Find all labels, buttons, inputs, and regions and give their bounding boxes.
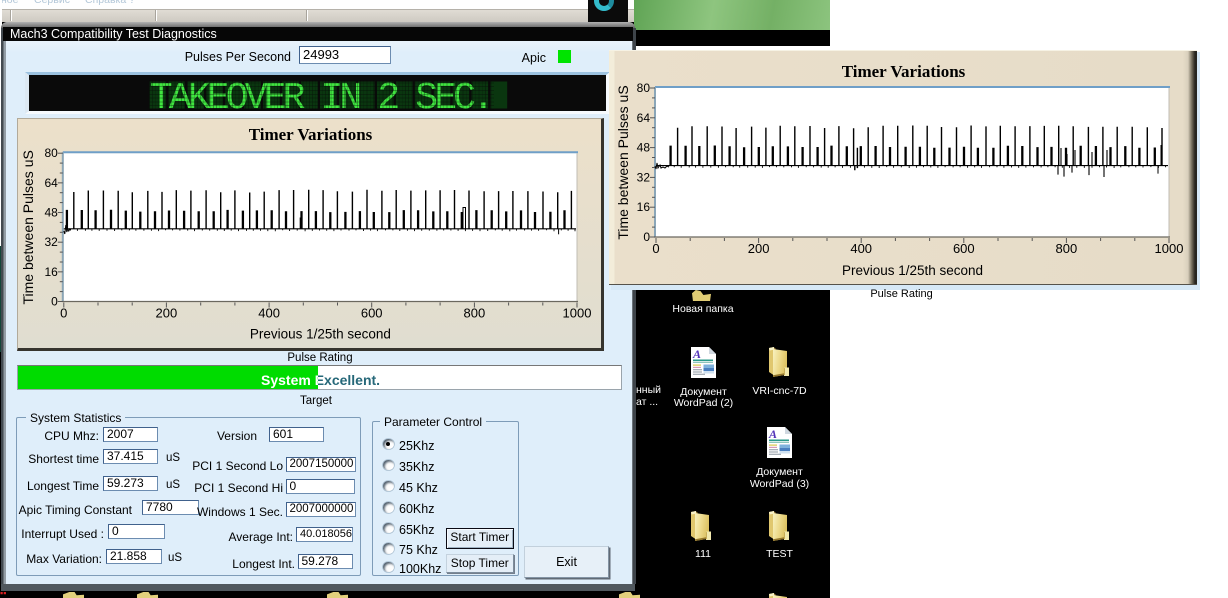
svg-text:800: 800: [1056, 241, 1078, 256]
svg-text:400: 400: [258, 306, 280, 321]
svg-text:64: 64: [637, 111, 651, 125]
svg-text:A: A: [692, 347, 701, 361]
svg-text:1000: 1000: [563, 306, 592, 321]
svg-text:48: 48: [44, 206, 58, 220]
svg-text:0: 0: [60, 306, 67, 321]
svg-text:400: 400: [850, 241, 872, 256]
svg-text:32: 32: [44, 235, 58, 249]
svg-text:48: 48: [637, 141, 651, 155]
svg-text:600: 600: [361, 306, 383, 321]
svg-text:16: 16: [44, 265, 58, 279]
svg-text:Time between Pulses uS: Time between Pulses uS: [20, 150, 36, 304]
svg-text:80: 80: [44, 146, 58, 160]
svg-text:A: A: [768, 427, 777, 441]
svg-text:Timer Variations: Timer Variations: [842, 62, 966, 81]
svg-text:0: 0: [652, 241, 659, 256]
svg-text:Previous 1/25th second: Previous 1/25th second: [842, 263, 983, 278]
svg-text:0: 0: [51, 295, 58, 309]
svg-text:1000: 1000: [1155, 241, 1184, 256]
svg-text:Timer Variations: Timer Variations: [249, 125, 373, 144]
svg-text:Time between Pulses uS: Time between Pulses uS: [615, 85, 631, 239]
svg-text:600: 600: [953, 241, 975, 256]
svg-text:200: 200: [748, 241, 770, 256]
svg-text:80: 80: [637, 81, 651, 95]
svg-text:200: 200: [156, 306, 178, 321]
svg-text:Previous 1/25th second: Previous 1/25th second: [250, 327, 391, 342]
svg-text:32: 32: [637, 170, 651, 184]
svg-text:800: 800: [464, 306, 486, 321]
svg-text:64: 64: [44, 176, 58, 190]
svg-text:16: 16: [637, 200, 651, 214]
svg-text:0: 0: [643, 230, 650, 244]
